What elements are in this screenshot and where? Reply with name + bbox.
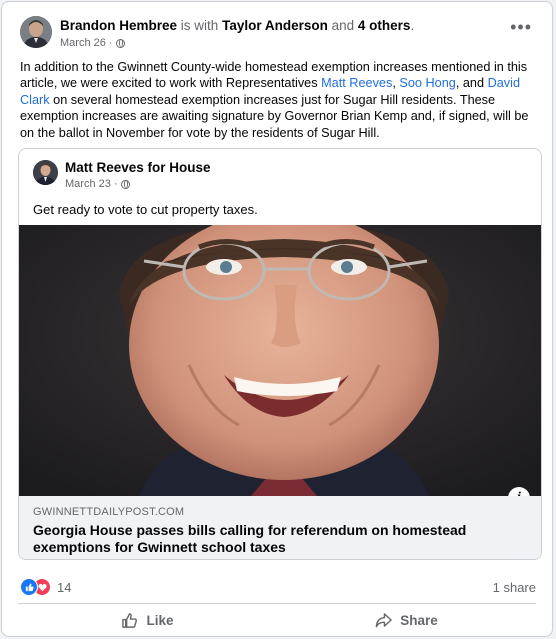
more-options-button[interactable]: ••• [510,18,532,36]
share-arrow-icon [375,612,392,627]
shared-text: Get ready to vote to cut property taxes. [33,202,258,217]
author-name[interactable]: Brandon Hembree [60,18,177,33]
post-date[interactable]: March 26 [60,37,106,49]
tagged-person[interactable]: Taylor Anderson [222,18,328,33]
thumbs-up-icon [122,612,138,628]
post-attribution: Brandon Hembree is with Taylor Anderson … [60,18,414,33]
shared-meta: March 23 · [65,178,130,190]
reactions-summary[interactable]: 14 [20,578,71,596]
link-preview[interactable]: GWINNETTDAILYPOST.COM Georgia House pass… [19,496,541,559]
mention-soo-hong[interactable]: Soo Hong [399,76,455,90]
shared-author-avatar[interactable] [33,160,58,185]
post-body: In addition to the Gwinnett County-wide … [20,59,536,141]
globe-icon [115,38,125,48]
link-domain: GWINNETTDAILYPOST.COM [33,506,185,518]
shared-date[interactable]: March 23 [65,178,111,190]
post-actions: Like Share [18,606,536,634]
post-card: Brandon Hembree is with Taylor Anderson … [1,1,553,637]
like-button[interactable]: Like [18,606,277,634]
tagged-others[interactable]: 4 others [358,18,411,33]
link-preview-image[interactable] [19,225,541,496]
post-header: Brandon Hembree is with Taylor Anderson … [20,16,538,52]
like-reaction-icon [20,578,38,596]
shared-post: Matt Reeves for House March 23 · Get rea… [18,148,542,560]
author-avatar[interactable] [20,16,52,48]
body-separator-1: , [392,76,396,91]
and-text: and [331,18,355,33]
body-separator-2: , and [455,76,485,91]
post-meta: March 26 · [60,37,125,49]
shared-author-name[interactable]: Matt Reeves for House [65,160,211,175]
attribution-period: . [410,18,415,33]
share-button[interactable]: Share [277,606,536,634]
meta-separator: · [108,37,113,49]
like-label: Like [146,612,174,628]
actions-divider [18,603,536,604]
mention-matt-reeves[interactable]: Matt Reeves [321,76,392,90]
is-with-text: is with [180,18,219,33]
body-text-2: on several homestead exemption increases… [20,92,529,140]
globe-icon [120,179,130,189]
reaction-count[interactable]: 14 [57,580,71,595]
shared-meta-separator: · [113,178,118,190]
link-headline[interactable]: Georgia House passes bills calling for r… [33,522,523,556]
share-label: Share [400,612,438,628]
share-count[interactable]: 1 share [493,580,536,595]
